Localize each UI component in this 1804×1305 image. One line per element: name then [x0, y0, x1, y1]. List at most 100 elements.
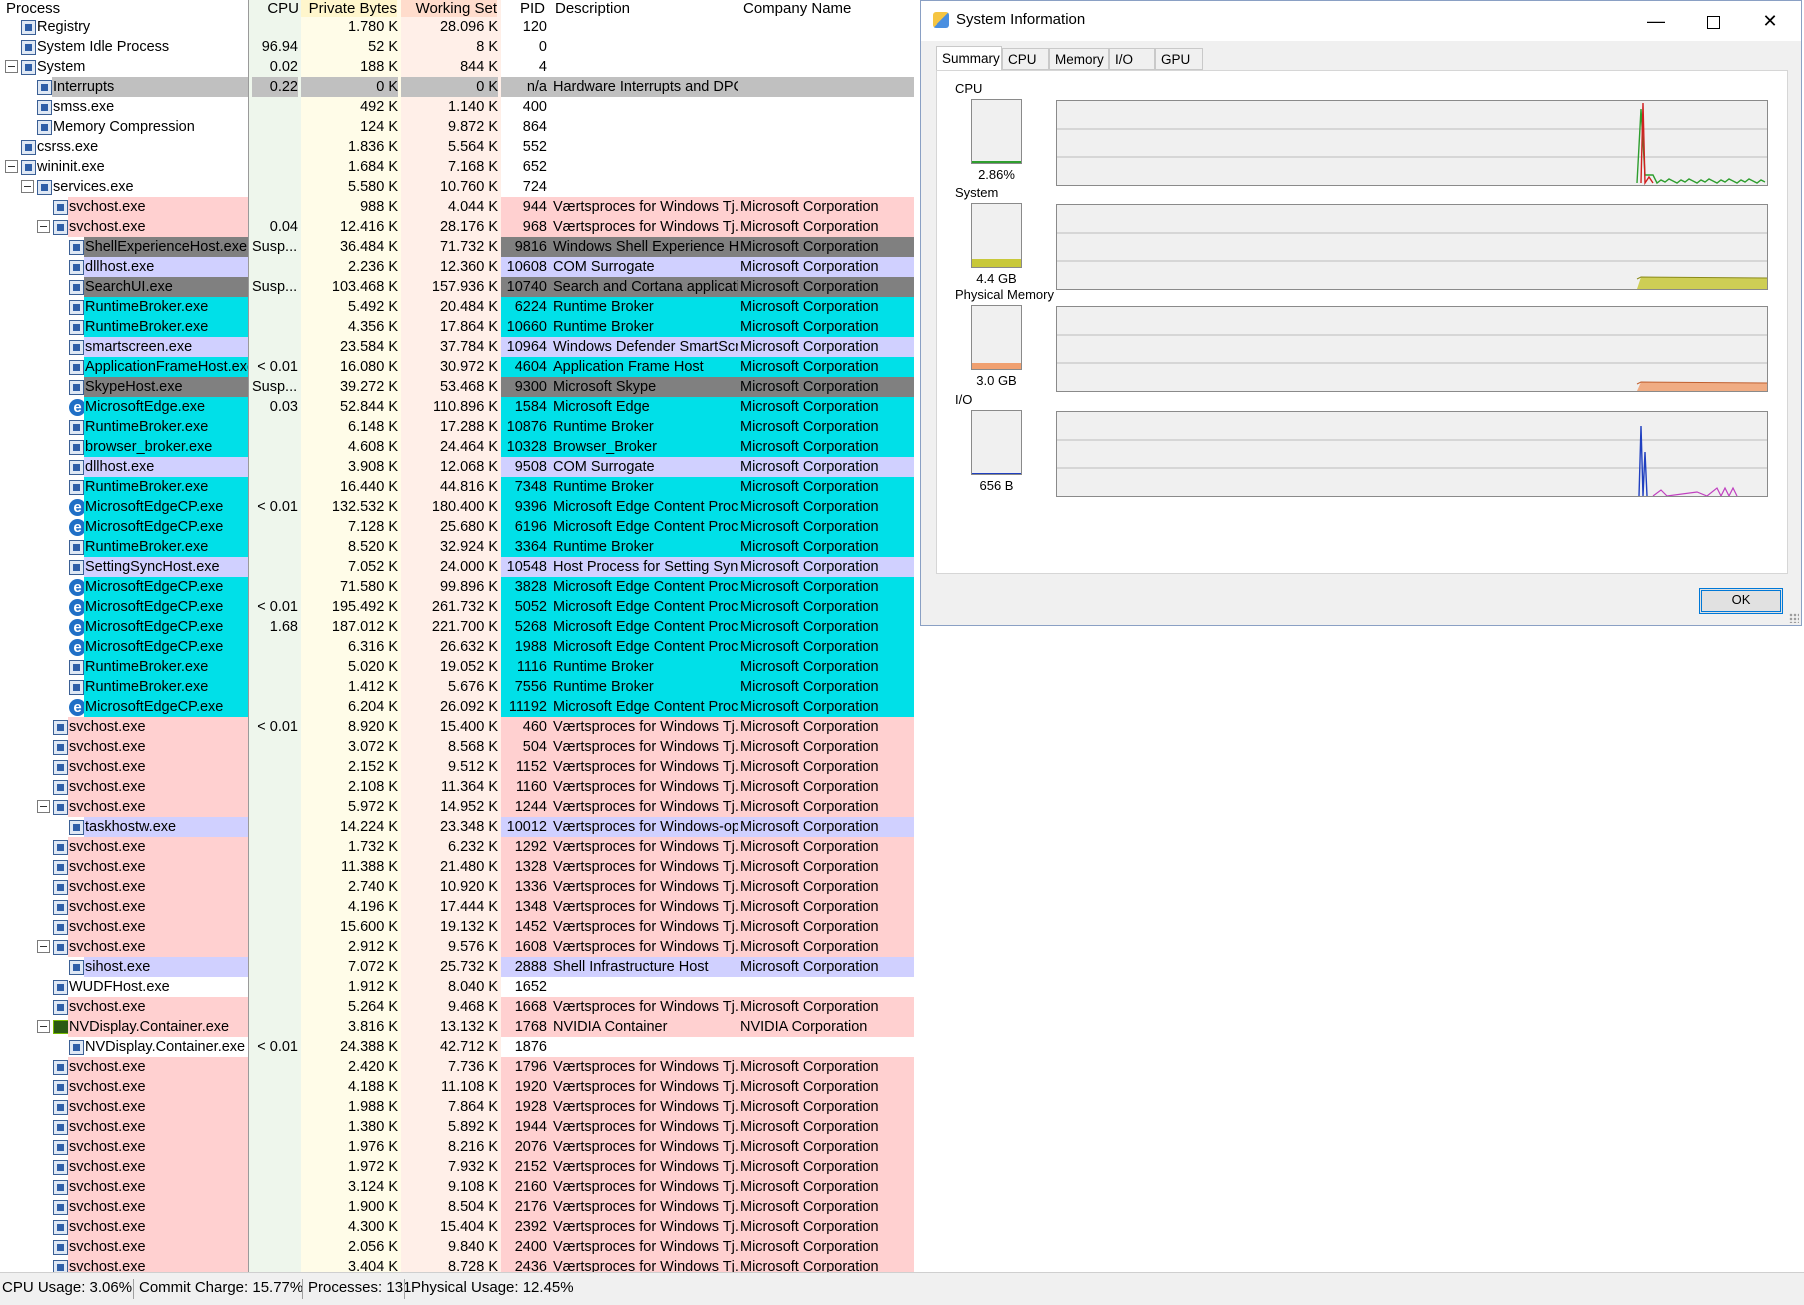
collapse-toggle-icon[interactable]	[5, 160, 18, 173]
column-header-process[interactable]: Process	[6, 0, 246, 17]
table-row[interactable]: csrss.exe 1.836 K 5.564 K 552	[0, 137, 914, 157]
table-row[interactable]: sihost.exe 7.072 K 25.732 K 2888 Shell Infra…	[0, 957, 914, 977]
table-row[interactable]: svchost.exe 3.072 K 8.568 K 504 Værtsproces …	[0, 737, 914, 757]
working-set-value: 21.480 K	[439, 859, 498, 875]
table-row[interactable]: Registry 1.780 K 28.096 K 120	[0, 17, 914, 37]
collapse-toggle-icon[interactable]	[37, 1020, 50, 1033]
table-row[interactable]: SearchUI.exe Susp... 103.468 K 157.936 K 107…	[0, 277, 914, 297]
close-button[interactable]: ✕	[1741, 1, 1799, 41]
table-row[interactable]: e MicrosoftEdgeCP.exe 71.580 K 99.896 K 3828…	[0, 577, 914, 597]
table-row[interactable]: e MicrosoftEdge.exe 0.03 52.844 K 110.896 K1…	[0, 397, 914, 417]
table-row[interactable]: ShellExperienceHost.exe Susp... 36.484 K 71…	[0, 237, 914, 257]
table-row[interactable]: svchost.exe 4.300 K 15.404 K 2392 Værtsproce…	[0, 1217, 914, 1237]
working-set-value: 4.044 K	[448, 199, 498, 215]
table-row[interactable]: svchost.exe 2.740 K 10.920 K 1336 Værtsproce…	[0, 877, 914, 897]
resize-grip-icon[interactable]	[1789, 613, 1799, 623]
table-row[interactable]: svchost.exe 4.188 K 11.108 K 1920 Værtsproce…	[0, 1077, 914, 1097]
process-list[interactable]: Process CPU Private Bytes Working Set PI…	[0, 0, 914, 1272]
column-header-private-bytes[interactable]: Private Bytes	[301, 0, 397, 17]
maximize-button[interactable]	[1684, 1, 1742, 41]
table-row[interactable]: NVDisplay.Container.exe 3.816 K 13.132 K 17…	[0, 1017, 914, 1037]
table-row[interactable]: ApplicationFrameHost.exe < 0.01 16.080 K 30…	[0, 357, 914, 377]
table-row[interactable]: e MicrosoftEdgeCP.exe 7.128 K 25.680 K 6196 M…	[0, 517, 914, 537]
company-name-value: Microsoft Corporation	[738, 637, 914, 657]
collapse-toggle-icon[interactable]	[5, 60, 18, 73]
process-name: RuntimeBroker.exe	[84, 317, 248, 337]
table-row[interactable]: svchost.exe 5.972 K 14.952 K 1244 Værtsproce…	[0, 797, 914, 817]
table-row[interactable]: svchost.exe 1.988 K 7.864 K 1928 Værtsproces…	[0, 1097, 914, 1117]
tab-io[interactable]: I/O	[1109, 48, 1155, 70]
usage-bar-fill	[972, 363, 1021, 369]
table-row[interactable]: e MicrosoftEdgeCP.exe 6.204 K 26.092 K 11192…	[0, 697, 914, 717]
table-row[interactable]: svchost.exe 988 K 4.044 K 944 Værtsproces fo…	[0, 197, 914, 217]
table-row[interactable]: NVDisplay.Container.exe < 0.01 24.388 K 42.…	[0, 1037, 914, 1057]
tab-gpu[interactable]: GPU	[1155, 48, 1203, 70]
table-row[interactable]: System Idle Process 96.94 52 K 8 K 0	[0, 37, 914, 57]
collapse-toggle-icon[interactable]	[21, 180, 34, 193]
tab-cpu[interactable]: CPU	[1002, 48, 1049, 70]
table-row[interactable]: services.exe 5.580 K 10.760 K 724	[0, 177, 914, 197]
process-name: ShellExperienceHost.exe	[84, 237, 248, 257]
table-row[interactable]: svchost.exe 3.404 K 8.728 K 2436 Værtsproces…	[0, 1257, 914, 1272]
table-row[interactable]: e MicrosoftEdgeCP.exe 6.316 K 26.632 K 1988 M…	[0, 637, 914, 657]
table-row[interactable]: RuntimeBroker.exe 5.492 K 20.484 K 6224 Runt…	[0, 297, 914, 317]
table-row[interactable]: Interrupts 0.22 0 K0 Kn/a Hardware Interrup…	[0, 77, 914, 97]
column-header-pid[interactable]: PID	[501, 0, 545, 17]
table-row[interactable]: smss.exe 492 K 1.140 K 400	[0, 97, 914, 117]
table-row[interactable]: svchost.exe 3.124 K 9.108 K 2160 Værtsproces…	[0, 1177, 914, 1197]
table-row[interactable]: svchost.exe 0.04 12.416 K 28.176 K 968 Værtsp…	[0, 217, 914, 237]
collapse-toggle-icon[interactable]	[37, 940, 50, 953]
table-row[interactable]: svchost.exe 1.976 K 8.216 K 2076 Værtsproces…	[0, 1137, 914, 1157]
pid-value: 6196	[501, 517, 547, 537]
table-row[interactable]: RuntimeBroker.exe 5.020 K 19.052 K 1116 Runt…	[0, 657, 914, 677]
process-window-icon	[69, 340, 84, 355]
table-row[interactable]: System 0.02 188 K 844 K 4	[0, 57, 914, 77]
table-row[interactable]: svchost.exe 4.196 K 17.444 K 1348 Værtsproce…	[0, 897, 914, 917]
dialog-titlebar[interactable]: System Information — ✕	[921, 1, 1801, 41]
table-row[interactable]: svchost.exe 2.108 K 11.364 K 1160 Værtsproce…	[0, 777, 914, 797]
table-row[interactable]: svchost.exe 2.912 K 9.576 K 1608 Værtsproces…	[0, 937, 914, 957]
table-row[interactable]: svchost.exe 15.600 K 19.132 K 1452 Værtsproc…	[0, 917, 914, 937]
private-bytes-value: 2.056 K	[348, 1239, 398, 1255]
table-row[interactable]: e MicrosoftEdgeCP.exe 1.68 187.012 K 221.700…	[0, 617, 914, 637]
table-row[interactable]: svchost.exe 11.388 K 21.480 K 1328 Værtsproc…	[0, 857, 914, 877]
table-row[interactable]: RuntimeBroker.exe 16.440 K 44.816 K 7348 Run…	[0, 477, 914, 497]
table-row[interactable]: svchost.exe 5.264 K 9.468 K 1668 Værtsproces…	[0, 997, 914, 1017]
working-set-value: 12.068 K	[439, 459, 498, 475]
table-row[interactable]: Memory Compression 124 K 9.872 K 864	[0, 117, 914, 137]
table-row[interactable]: browser_broker.exe 4.608 K 24.464 K 10328 Br…	[0, 437, 914, 457]
table-row[interactable]: svchost.exe 2.056 K 9.840 K 2400 Værtsproces…	[0, 1237, 914, 1257]
table-row[interactable]: RuntimeBroker.exe 1.412 K 5.676 K 7556 Runti…	[0, 677, 914, 697]
table-row[interactable]: dllhost.exe 2.236 K 12.360 K 10608 COM Surro…	[0, 257, 914, 277]
table-row[interactable]: e MicrosoftEdgeCP.exe < 0.01 132.532 K 180.4…	[0, 497, 914, 517]
table-row[interactable]: svchost.exe 1.972 K 7.932 K 2152 Værtsproces…	[0, 1157, 914, 1177]
table-row[interactable]: svchost.exe 2.420 K 7.736 K 1796 Værtsproces…	[0, 1057, 914, 1077]
column-header-company[interactable]: Company Name	[743, 0, 913, 17]
table-row[interactable]: SkypeHost.exe Susp... 39.272 K 53.468 K 9300…	[0, 377, 914, 397]
tab-memory[interactable]: Memory	[1049, 48, 1109, 70]
table-row[interactable]: taskhostw.exe 14.224 K 23.348 K 10012 Værtsp…	[0, 817, 914, 837]
table-row[interactable]: svchost.exe 1.900 K 8.504 K 2176 Værtsproces…	[0, 1197, 914, 1217]
minimize-button[interactable]: —	[1627, 1, 1685, 41]
table-row[interactable]: e MicrosoftEdgeCP.exe < 0.01 195.492 K 261.7…	[0, 597, 914, 617]
column-header-description[interactable]: Description	[555, 0, 735, 17]
table-row[interactable]: RuntimeBroker.exe 8.520 K 32.924 K 3364 Runt…	[0, 537, 914, 557]
column-header-cpu[interactable]: CPU	[249, 0, 299, 17]
table-row[interactable]: RuntimeBroker.exe 6.148 K 17.288 K 10876 Run…	[0, 417, 914, 437]
table-row[interactable]: svchost.exe 1.380 K 5.892 K 1944 Værtsproces…	[0, 1117, 914, 1137]
table-row[interactable]: smartscreen.exe 23.584 K 37.784 K 10964 Wind…	[0, 337, 914, 357]
table-row[interactable]: svchost.exe 2.152 K 9.512 K 1152 Værtsproces…	[0, 757, 914, 777]
table-row[interactable]: RuntimeBroker.exe 4.356 K 17.864 K 10660 Run…	[0, 317, 914, 337]
column-header-working-set[interactable]: Working Set	[401, 0, 497, 17]
collapse-toggle-icon[interactable]	[37, 220, 50, 233]
table-row[interactable]: WUDFHost.exe 1.912 K 8.040 K 1652	[0, 977, 914, 997]
tab-summary[interactable]: Summary	[936, 46, 1002, 70]
table-row[interactable]: svchost.exe 1.732 K 6.232 K 1292 Værtsproces…	[0, 837, 914, 857]
table-row[interactable]: dllhost.exe 3.908 K 12.068 K 9508 COM Surrog…	[0, 457, 914, 477]
table-row[interactable]: wininit.exe 1.684 K 7.168 K 652	[0, 157, 914, 177]
table-row[interactable]: SettingSyncHost.exe 7.052 K 24.000 K 10548 H…	[0, 557, 914, 577]
ok-button[interactable]: OK	[1699, 588, 1783, 614]
collapse-toggle-icon[interactable]	[37, 800, 50, 813]
table-row[interactable]: svchost.exe < 0.01 8.920 K 15.400 K 460 Værts…	[0, 717, 914, 737]
usage-bar	[971, 305, 1022, 370]
